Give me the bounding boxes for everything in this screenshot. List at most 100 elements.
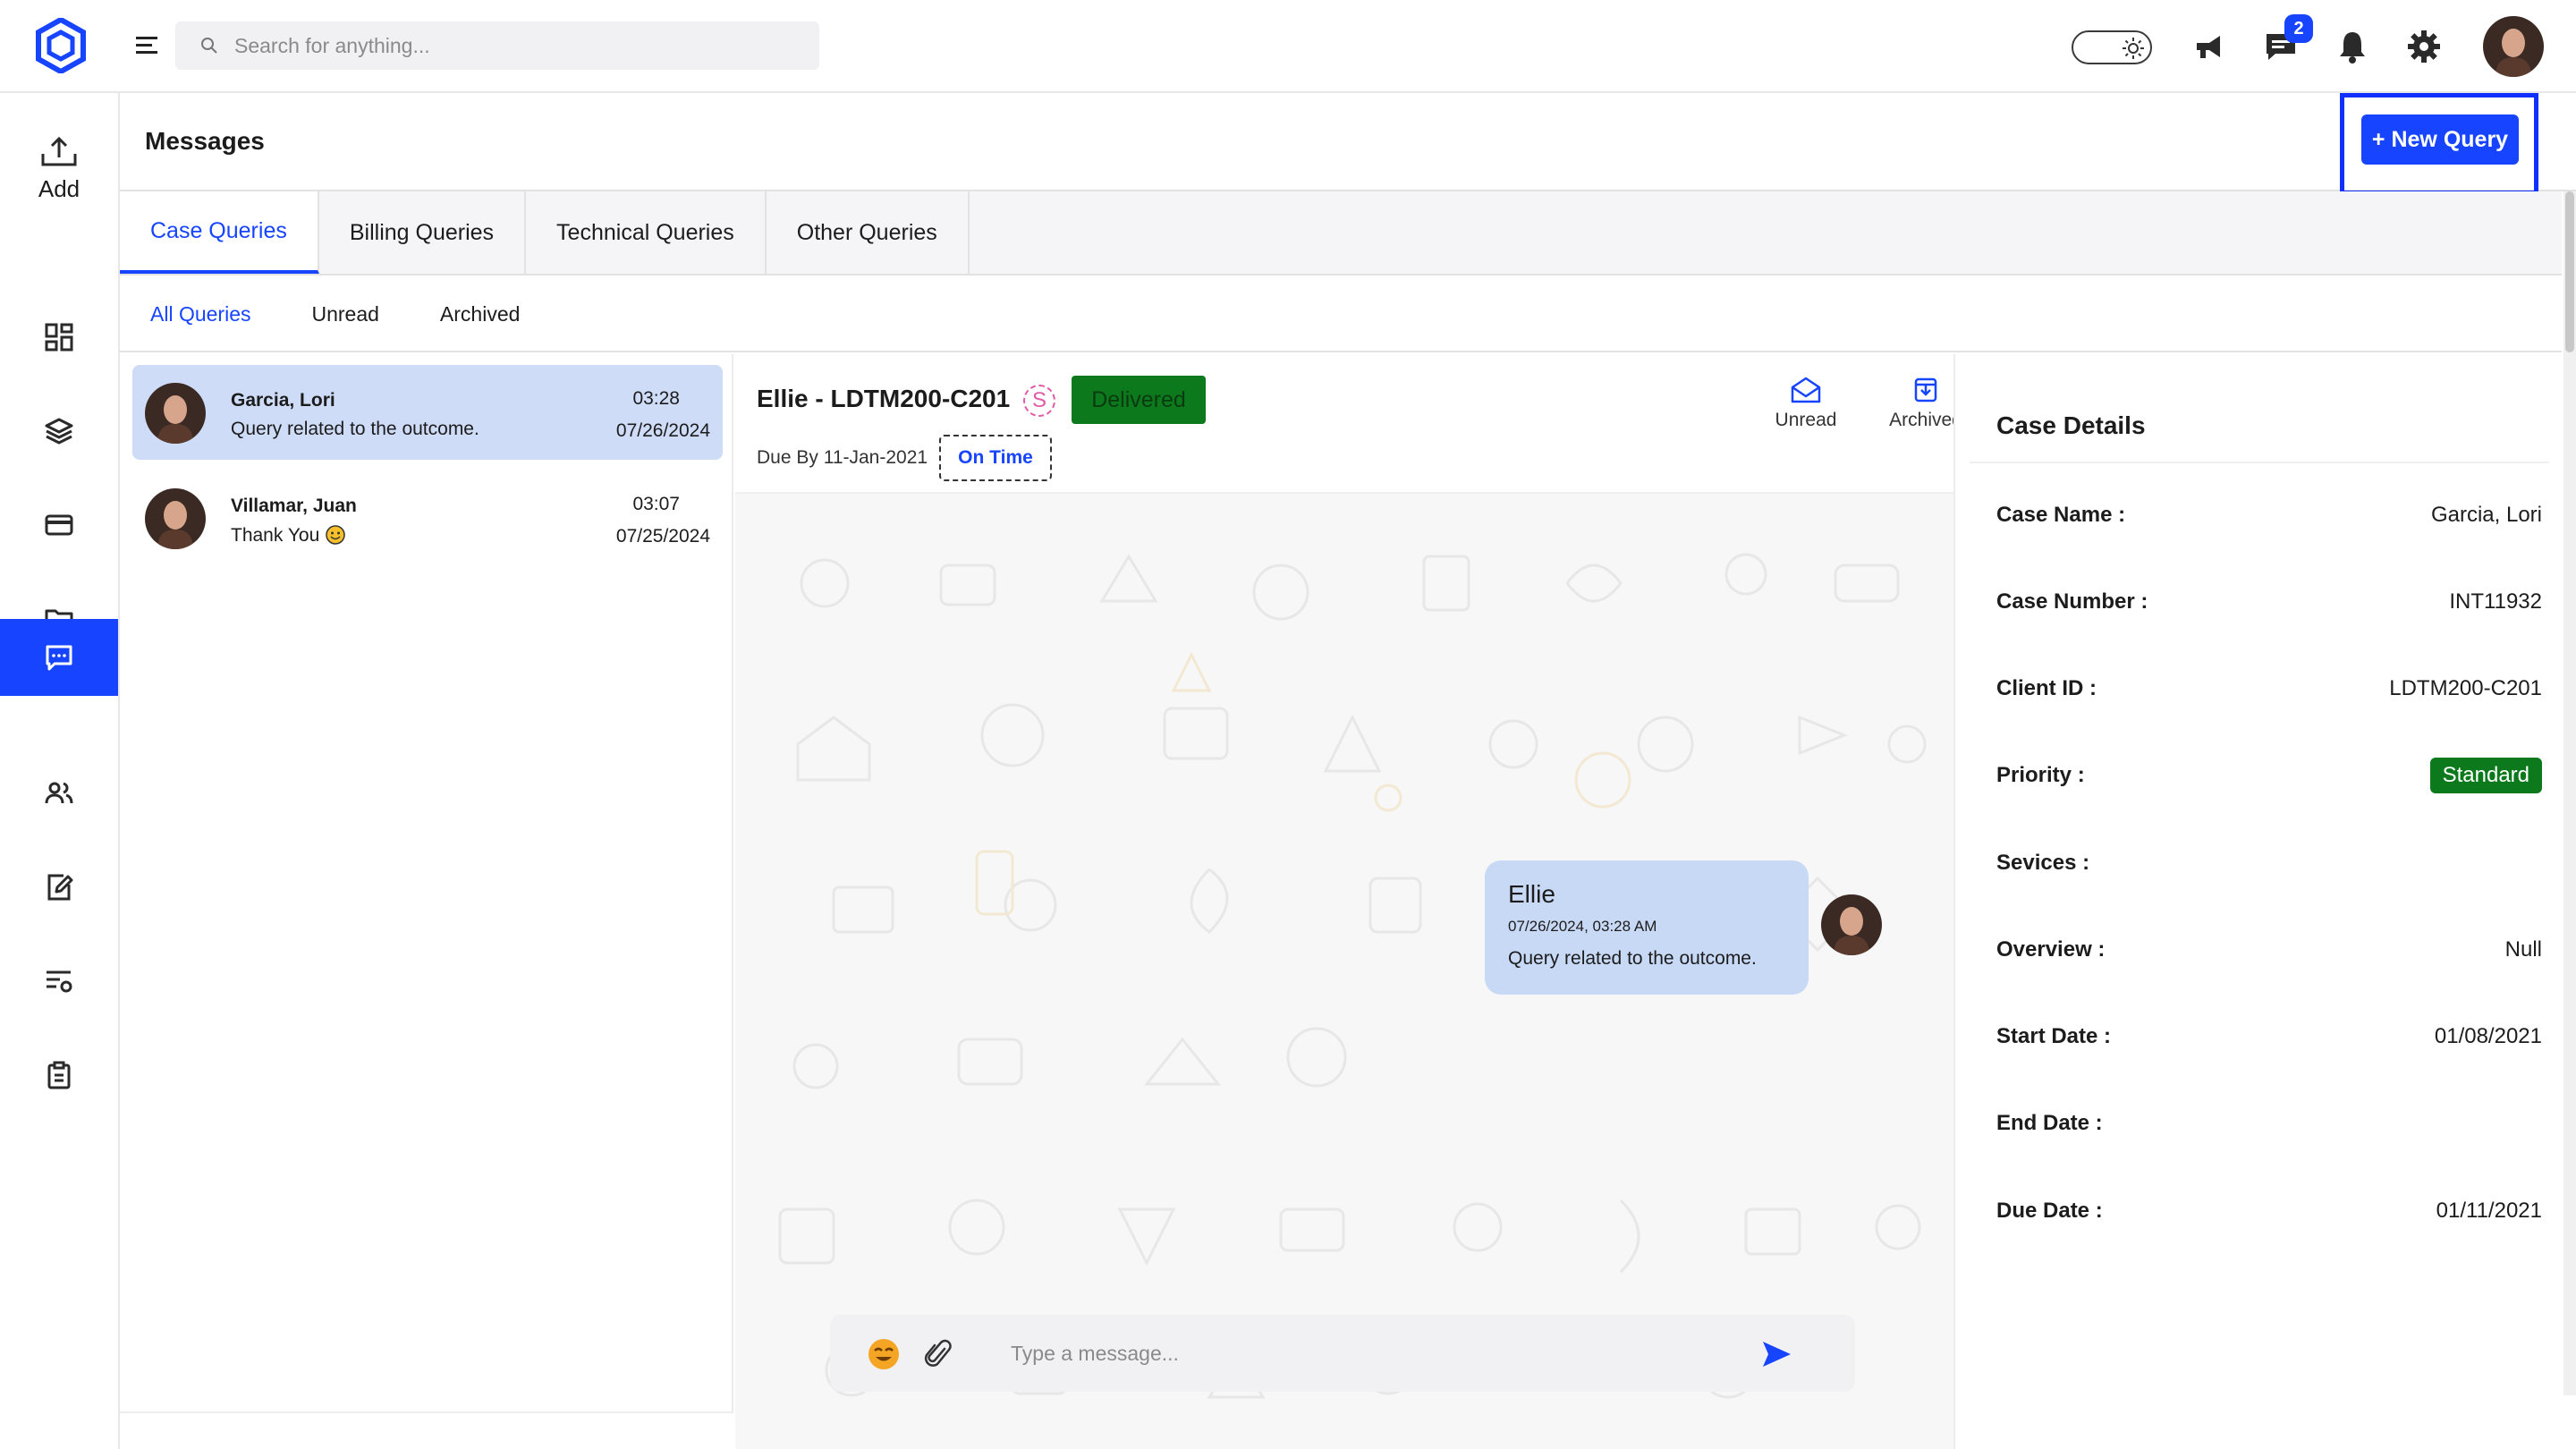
app-logo-icon[interactable] [36, 18, 86, 73]
page-titlebar: Messages [120, 93, 2576, 191]
megaphone-icon [2197, 36, 2220, 58]
mark-unread-button[interactable]: Unread [1757, 376, 1855, 431]
list-settings-icon [47, 970, 72, 993]
new-query-button[interactable]: + New Query [2361, 114, 2519, 165]
tab-case-queries[interactable]: Case Queries [120, 191, 319, 274]
avatar [145, 383, 206, 444]
detail-row-start-date: Start Date : 01/08/2021 [1996, 1019, 2542, 1055]
conversation-preview-row: Thank You [231, 524, 346, 547]
detail-label: Overview : [1996, 937, 2106, 962]
detail-row-services: Sevices : [1996, 845, 2542, 881]
detail-label: End Date : [1996, 1111, 2103, 1135]
detail-row-client-id: Client ID : LDTM200-C201 [1996, 671, 2542, 707]
conversation-preview: Thank You [231, 525, 320, 546]
conversation-preview: Query related to the outcome. [231, 419, 479, 439]
menu-icon[interactable] [134, 32, 161, 59]
sidebar-item-edit[interactable] [0, 849, 118, 926]
messages-button[interactable]: 2 [2259, 14, 2313, 68]
detail-label: Priority : [1996, 763, 2085, 787]
envelope-open-icon [1791, 377, 1821, 403]
message-text: Query related to the outcome. [1508, 948, 1757, 969]
message-datetime: 07/26/2024, 03:28 AM [1508, 918, 1657, 935]
status-badge: Delivered [1072, 376, 1206, 424]
conversation-date: 07/25/2024 [615, 526, 710, 547]
sidebar-add-button[interactable]: Add [0, 134, 118, 203]
user-avatar[interactable] [2483, 16, 2544, 77]
conversation-name: Garcia, Lori [231, 390, 335, 411]
sidebar-item-layers[interactable] [0, 393, 118, 470]
edit-document-icon [47, 874, 73, 901]
conversation-item[interactable]: Villamar, Juan Thank You 03:07 07/25/202… [132, 470, 723, 565]
conversation-list: Garcia, Lori Query related to the outcom… [120, 354, 733, 1413]
settings-button[interactable] [2402, 25, 2445, 68]
detail-value: INT11932 [2449, 589, 2542, 614]
top-header: 2 [0, 0, 2576, 93]
search-icon [201, 38, 217, 54]
detail-value: 01/08/2021 [2434, 1024, 2542, 1048]
conversation-thread: Ellie - LDTM200-C201 S Delivered Due By … [735, 354, 1953, 1449]
case-details-panel: Case Details Case Name : Garcia, Lori Ca… [1953, 354, 2562, 1449]
page-scrollbar[interactable] [2563, 191, 2576, 1395]
sidebar-item-messages[interactable] [0, 619, 118, 696]
conversation-time: 03:28 [632, 388, 680, 409]
announcement-button[interactable] [2188, 25, 2231, 68]
archived-label: Archived [1889, 410, 1953, 430]
message-avatar [1821, 894, 1882, 955]
dashboard-icon [45, 323, 73, 352]
theme-toggle[interactable] [2072, 30, 2152, 64]
detail-label: Client ID : [1996, 676, 2097, 700]
sidebar: Add [0, 93, 120, 1449]
detail-value: 01/11/2021 [2436, 1199, 2542, 1223]
notifications-button[interactable] [2331, 25, 2374, 68]
tab-other-queries[interactable]: Other Queries [767, 191, 970, 274]
archive-icon [1914, 377, 1937, 402]
conversation-date: 07/26/2024 [615, 420, 710, 441]
detail-label: Start Date : [1996, 1024, 2112, 1048]
search-bar[interactable] [175, 21, 819, 70]
sun-icon [2123, 38, 2144, 59]
paperclip-icon[interactable] [923, 1336, 953, 1372]
sidebar-item-clipboard[interactable] [0, 1037, 118, 1114]
detail-row-end-date: End Date : [1996, 1106, 2542, 1141]
message-bubble: Ellie 07/26/2024, 03:28 AM Query related… [1485, 860, 1809, 995]
upload-icon [41, 136, 77, 166]
sidebar-item-dashboard[interactable] [0, 299, 118, 376]
priority-badge: Standard [2429, 758, 2542, 793]
detail-row-overview: Overview : Null [1996, 932, 2542, 968]
thread-s-badge: S [1023, 385, 1055, 417]
conversation-item[interactable]: Garcia, Lori Query related to the outcom… [132, 365, 723, 460]
case-details-title: Case Details [1996, 411, 2146, 439]
search-input[interactable] [234, 33, 789, 58]
message-input[interactable] [1011, 1333, 1726, 1374]
detail-row-due-date: Due Date : 01/11/2021 [1996, 1193, 2542, 1229]
detail-label: Sevices : [1996, 851, 2090, 875]
archive-button[interactable]: Archived [1877, 376, 1953, 431]
sidebar-item-settings-list[interactable] [0, 943, 118, 1020]
filter-tabs: All Queries Unread Archived [120, 277, 2562, 352]
tab-billing-queries[interactable]: Billing Queries [319, 191, 527, 274]
case-details-header: Case Details [1970, 365, 2549, 463]
avatar [145, 488, 206, 549]
clipboard-icon [47, 1061, 71, 1089]
unread-label: Unread [1775, 410, 1837, 430]
filter-unread[interactable]: Unread [311, 302, 378, 326]
detail-value: Garcia, Lori [2430, 503, 2542, 527]
sidebar-item-billing[interactable] [0, 487, 118, 564]
messages-badge: 2 [2284, 14, 2313, 43]
filter-all-queries[interactable]: All Queries [150, 302, 250, 326]
gear-icon [2408, 30, 2440, 63]
detail-label: Case Number : [1996, 589, 2148, 614]
sidebar-add-label: Add [38, 175, 80, 202]
filter-archived[interactable]: Archived [440, 302, 520, 326]
category-tabs: Case Queries Billing Queries Technical Q… [120, 191, 2562, 275]
tab-technical-queries[interactable]: Technical Queries [526, 191, 767, 274]
sidebar-item-users[interactable] [0, 755, 118, 832]
emoji-icon[interactable] [866, 1336, 902, 1372]
send-icon[interactable] [1760, 1338, 1792, 1370]
detail-row-priority: Priority : Standard [1996, 758, 2542, 793]
message-sender: Ellie [1508, 880, 1555, 908]
layers-icon [45, 418, 73, 445]
thread-title: Ellie - LDTM200-C201 [757, 385, 1011, 412]
detail-row-case-name: Case Name : Garcia, Lori [1996, 497, 2542, 533]
page-title: Messages [145, 127, 265, 155]
